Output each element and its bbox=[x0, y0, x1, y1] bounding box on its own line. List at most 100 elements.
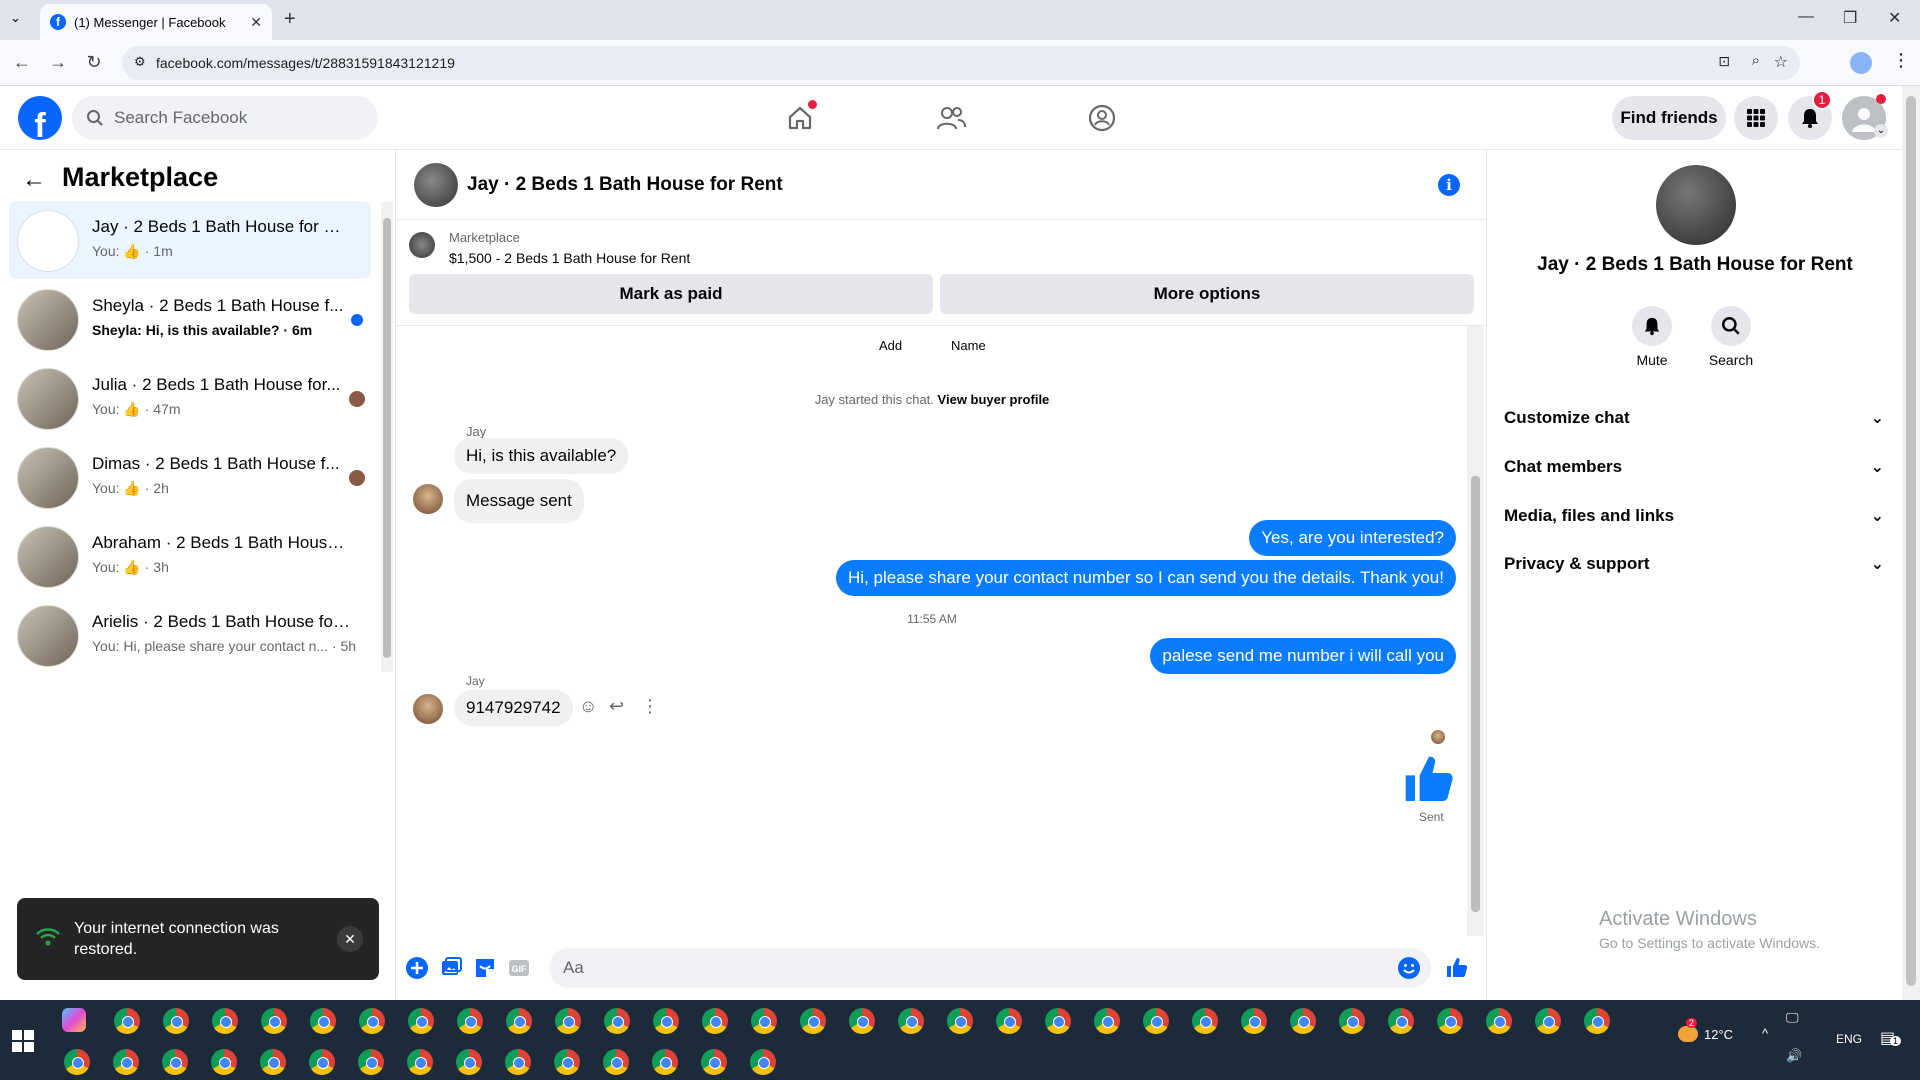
incoming-message[interactable]: Hi, is this available? bbox=[454, 438, 629, 474]
outgoing-message[interactable]: Hi, please share your contact number so … bbox=[836, 560, 1456, 596]
close-window-button[interactable]: ✕ bbox=[1888, 8, 1901, 28]
windows-start-icon[interactable] bbox=[12, 1030, 34, 1052]
site-info-icon[interactable]: ⚙ bbox=[134, 54, 146, 70]
close-toast-button[interactable]: ✕ bbox=[337, 926, 363, 952]
find-friends-button[interactable]: Find friends bbox=[1612, 96, 1726, 140]
chrome-taskbar-icon[interactable] bbox=[1584, 1008, 1610, 1034]
chrome-taskbar-icon[interactable] bbox=[751, 1008, 777, 1034]
chrome-taskbar-icon[interactable] bbox=[163, 1008, 189, 1034]
plus-circle-icon[interactable] bbox=[405, 956, 429, 980]
sender-avatar[interactable] bbox=[413, 694, 443, 724]
chrome-taskbar-icon[interactable] bbox=[64, 1049, 90, 1075]
chrome-taskbar-icon[interactable] bbox=[849, 1008, 875, 1034]
privacy-support-section[interactable]: Privacy & support ⌄ bbox=[1504, 544, 1884, 584]
chrome-taskbar-icon[interactable] bbox=[555, 1008, 581, 1034]
chrome-taskbar-icon[interactable] bbox=[260, 1049, 286, 1075]
chrome-taskbar-icon[interactable] bbox=[359, 1008, 385, 1034]
conversation-item[interactable]: Arielis · 2 Beds 1 Bath House for ... Yo… bbox=[9, 596, 371, 674]
chrome-taskbar-icon[interactable] bbox=[211, 1049, 237, 1075]
account-button[interactable]: ⌄ bbox=[1842, 94, 1888, 140]
message-input[interactable]: Aa bbox=[549, 948, 1431, 988]
sender-avatar[interactable] bbox=[413, 484, 443, 514]
chrome-taskbar-icon[interactable] bbox=[506, 1008, 532, 1034]
chrome-taskbar-icon[interactable] bbox=[1143, 1008, 1169, 1034]
view-buyer-profile-link[interactable]: View buyer profile bbox=[938, 392, 1050, 407]
back-button[interactable]: ← bbox=[10, 52, 34, 73]
chat-avatar[interactable] bbox=[414, 163, 458, 207]
chrome-taskbar-icon[interactable] bbox=[1094, 1008, 1120, 1034]
chrome-taskbar-icon[interactable] bbox=[212, 1008, 238, 1034]
search-conversation-button[interactable]: Search bbox=[1691, 306, 1771, 368]
chrome-taskbar-icon[interactable] bbox=[1486, 1008, 1512, 1034]
profile-icon[interactable] bbox=[1850, 52, 1872, 74]
hidden-icons-chevron-icon[interactable]: ^ bbox=[1762, 1026, 1768, 1041]
more-options-button[interactable]: More options bbox=[940, 274, 1474, 314]
chrome-taskbar-icon[interactable] bbox=[947, 1008, 973, 1034]
chat-title[interactable]: Jay · 2 Beds 1 Bath House for Rent bbox=[467, 174, 783, 196]
notifications-button[interactable]: 1 bbox=[1788, 90, 1832, 140]
chrome-taskbar-icon[interactable] bbox=[358, 1049, 384, 1075]
restore-button[interactable]: ❐ bbox=[1843, 8, 1857, 28]
incoming-message[interactable]: 9147929742 bbox=[454, 690, 573, 726]
chrome-taskbar-icon[interactable] bbox=[603, 1049, 629, 1075]
emoji-icon[interactable] bbox=[1397, 956, 1421, 980]
address-bar[interactable]: ⚙ facebook.com/messages/t/28831591843121… bbox=[122, 46, 1800, 80]
copilot-icon[interactable] bbox=[62, 1008, 86, 1032]
weather-widget[interactable]: 2 12°C bbox=[1678, 1018, 1733, 1042]
zoom-icon[interactable]: ⌕ bbox=[1752, 52, 1760, 69]
mark-as-paid-button[interactable]: Mark as paid bbox=[409, 274, 933, 314]
chrome-taskbar-icon[interactable] bbox=[113, 1049, 139, 1075]
thumbs-up-icon[interactable] bbox=[1401, 752, 1457, 808]
image-icon[interactable] bbox=[439, 956, 463, 980]
page-scrollbar[interactable] bbox=[1902, 86, 1920, 1000]
browser-tab[interactable]: f (1) Messenger | Facebook ✕ bbox=[40, 4, 272, 40]
facebook-logo[interactable]: f bbox=[18, 96, 62, 140]
menu-button[interactable] bbox=[1734, 96, 1778, 140]
scrollbar-thumb[interactable] bbox=[383, 218, 391, 658]
tab-list-dropdown[interactable]: ⌄ bbox=[10, 10, 21, 26]
volume-icon[interactable]: 🔊 bbox=[1786, 1048, 1802, 1064]
notification-center-icon[interactable]: ▤ 1 bbox=[1880, 1028, 1902, 1048]
conversation-item[interactable]: Sheyla · 2 Beds 1 Bath House f... Sheyla… bbox=[9, 280, 371, 358]
groups-nav-button[interactable] bbox=[1084, 100, 1120, 136]
chrome-taskbar-icon[interactable] bbox=[898, 1008, 924, 1034]
chrome-taskbar-icon[interactable] bbox=[309, 1049, 335, 1075]
chrome-taskbar-icon[interactable] bbox=[261, 1008, 287, 1034]
chrome-taskbar-icon[interactable] bbox=[1241, 1008, 1267, 1034]
chrome-taskbar-icon[interactable] bbox=[407, 1049, 433, 1075]
details-avatar[interactable] bbox=[1656, 165, 1736, 245]
chrome-taskbar-icon[interactable] bbox=[1045, 1008, 1071, 1034]
conversation-list-scrollbar[interactable] bbox=[381, 202, 393, 672]
send-like-icon[interactable] bbox=[1445, 956, 1469, 980]
info-icon[interactable]: i bbox=[1438, 174, 1460, 196]
conversation-item[interactable]: Julia · 2 Beds 1 Bath House for... You: … bbox=[9, 359, 371, 437]
chrome-taskbar-icon[interactable] bbox=[1388, 1008, 1414, 1034]
chrome-taskbar-icon[interactable] bbox=[114, 1008, 140, 1034]
bookmark-star-icon[interactable]: ☆ bbox=[1774, 52, 1788, 72]
chrome-taskbar-icon[interactable] bbox=[800, 1008, 826, 1034]
chrome-taskbar-icon[interactable] bbox=[310, 1008, 336, 1034]
conversation-item[interactable]: Abraham · 2 Beds 1 Bath House ... You: 👍… bbox=[9, 517, 371, 595]
sticker-icon[interactable] bbox=[473, 956, 497, 980]
close-tab-icon[interactable]: ✕ bbox=[250, 14, 262, 31]
minimize-button[interactable]: — bbox=[1798, 8, 1814, 26]
outgoing-message[interactable]: palese send me number i will call you bbox=[1150, 638, 1456, 674]
install-app-icon[interactable]: ⊡ bbox=[1718, 53, 1730, 70]
chrome-taskbar-icon[interactable] bbox=[702, 1008, 728, 1034]
chrome-taskbar-icon[interactable] bbox=[996, 1008, 1022, 1034]
chrome-taskbar-icon[interactable] bbox=[408, 1008, 434, 1034]
chrome-taskbar-icon[interactable] bbox=[652, 1049, 678, 1075]
more-actions-icon[interactable]: ⋮ bbox=[641, 696, 659, 717]
browser-menu-icon[interactable]: ⋮ bbox=[1892, 50, 1910, 71]
network-icon[interactable]: 🖵 bbox=[1786, 1010, 1799, 1026]
chrome-taskbar-icon[interactable] bbox=[1290, 1008, 1316, 1034]
facebook-search-input[interactable]: Search Facebook bbox=[72, 96, 378, 140]
chrome-taskbar-icon[interactable] bbox=[653, 1008, 679, 1034]
scrollbar-thumb[interactable] bbox=[1906, 96, 1916, 986]
gif-icon[interactable]: GIF bbox=[507, 956, 531, 980]
react-icon[interactable]: ☺ bbox=[579, 696, 597, 717]
chat-members-section[interactable]: Chat members ⌄ bbox=[1504, 447, 1884, 487]
chrome-taskbar-icon[interactable] bbox=[505, 1049, 531, 1075]
friends-nav-button[interactable] bbox=[933, 100, 969, 136]
language-indicator[interactable]: ENG bbox=[1836, 1032, 1862, 1046]
